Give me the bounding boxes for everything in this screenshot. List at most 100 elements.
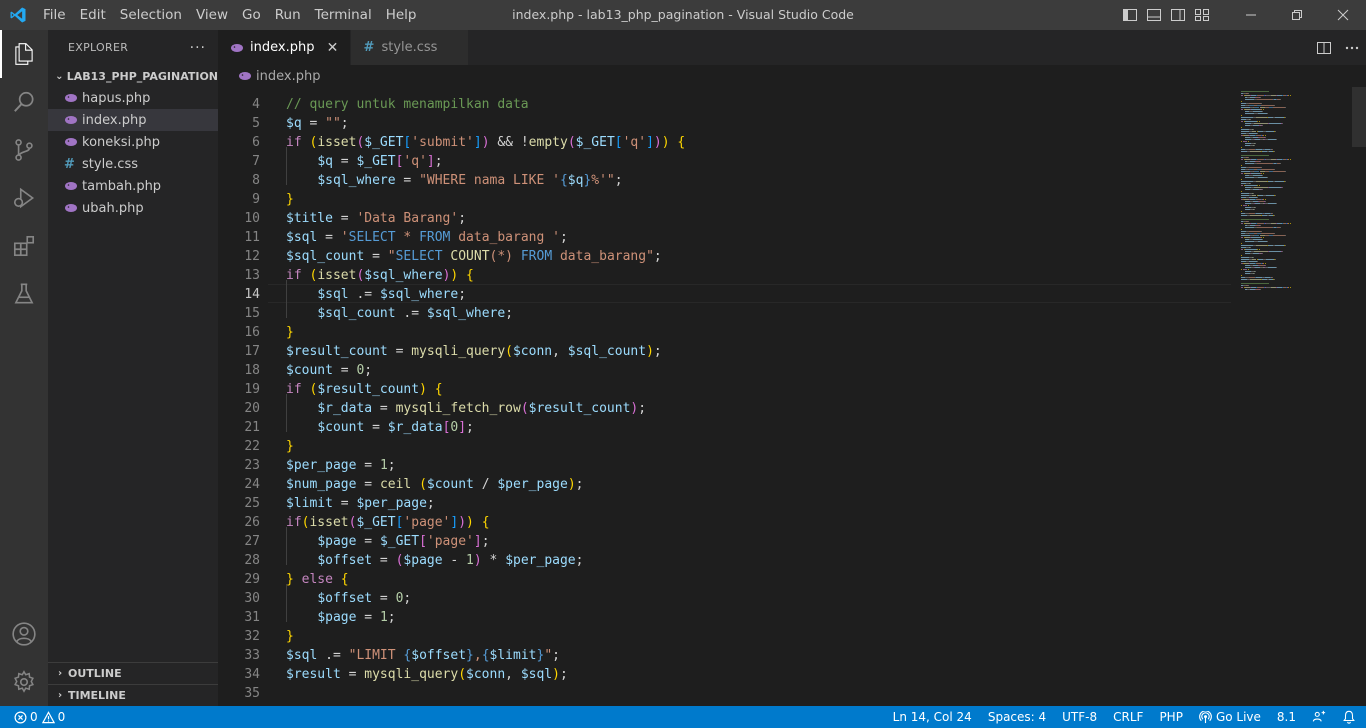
menu-go[interactable]: Go xyxy=(235,0,268,30)
problems-indicator[interactable]: 0 0 xyxy=(10,706,73,728)
end-of-line[interactable]: CRLF xyxy=(1105,706,1151,728)
file-item-style-css[interactable]: # style.css xyxy=(48,153,218,175)
more-actions-icon[interactable] xyxy=(1338,30,1366,65)
restore-icon[interactable] xyxy=(1274,0,1320,30)
encoding[interactable]: UTF-8 xyxy=(1054,706,1105,728)
minimap-stroke xyxy=(1261,237,1262,238)
menu-file[interactable]: File xyxy=(36,0,73,30)
scrollbar-thumb[interactable] xyxy=(1352,87,1366,147)
menu-run[interactable]: Run xyxy=(268,0,308,30)
explorer-files-icon[interactable] xyxy=(0,30,48,78)
code-line[interactable]: $title = 'Data Barang'; xyxy=(286,209,1231,228)
menu-terminal[interactable]: Terminal xyxy=(308,0,379,30)
menu-edit[interactable]: Edit xyxy=(73,0,113,30)
outline-section[interactable]: › OUTLINE xyxy=(48,662,218,684)
file-item-tambah-php[interactable]: tambah.php xyxy=(48,175,218,197)
minimap-stroke xyxy=(1241,193,1249,194)
split-editor-icon[interactable] xyxy=(1310,30,1338,65)
code-line[interactable]: $page = 1; xyxy=(286,608,1231,627)
code-line[interactable]: $limit = $per_page; xyxy=(286,494,1231,513)
cursor-position[interactable]: Ln 14, Col 24 xyxy=(885,706,980,728)
code-line[interactable]: $sql_count = "SELECT COUNT(*) FROM data_… xyxy=(286,247,1231,266)
account-icon[interactable] xyxy=(0,610,48,658)
go-live-button[interactable]: Go Live xyxy=(1191,706,1269,728)
code-token: $sql xyxy=(286,230,318,245)
code-line[interactable]: } xyxy=(286,323,1231,342)
code-token: $sql xyxy=(286,648,318,663)
code-line[interactable]: if (isset($_GET['submit']) && !empty($_G… xyxy=(286,133,1231,152)
code-line[interactable]: $r_data = mysqli_fetch_row($result_count… xyxy=(286,399,1231,418)
menu-view[interactable]: View xyxy=(189,0,235,30)
settings-gear-icon[interactable] xyxy=(0,658,48,706)
code-line[interactable]: $per_page = 1; xyxy=(286,456,1231,475)
code-editor[interactable]: 4 5 6 7 8 9 10 11 12 13 14 15 16 17 18 19 20 21 22 23 24 25 26… xyxy=(218,87,1366,706)
code-line[interactable]: $result_count = mysqli_query($conn, $sql… xyxy=(286,342,1231,361)
code-line[interactable]: } xyxy=(286,437,1231,456)
code-line[interactable]: if ($result_count) { xyxy=(286,380,1231,399)
toggle-primary-sidebar-icon[interactable] xyxy=(1118,0,1142,30)
menu-selection[interactable]: Selection xyxy=(113,0,189,30)
folder-header[interactable]: ⌄ LAB13_PHP_PAGINATION xyxy=(48,65,218,87)
close-tab-icon[interactable]: ✕ xyxy=(324,40,340,56)
file-item-koneksi-php[interactable]: koneksi.php xyxy=(48,131,218,153)
toggle-secondary-sidebar-icon[interactable] xyxy=(1166,0,1190,30)
timeline-section[interactable]: › TIMELINE xyxy=(48,684,218,706)
more-actions-icon[interactable]: ··· xyxy=(190,40,206,56)
code-area[interactable]: // query untuk menampilkan data $q = ""; i… xyxy=(286,87,1231,706)
minimap[interactable] xyxy=(1231,87,1351,706)
minimap-stroke xyxy=(1274,233,1275,234)
run-debug-icon[interactable] xyxy=(0,174,48,222)
source-control-icon[interactable] xyxy=(0,126,48,174)
code-token: ( xyxy=(419,477,427,492)
code-line[interactable]: $q = $_GET['q']; xyxy=(286,152,1231,171)
minimap-stroke xyxy=(1273,235,1285,236)
code-line[interactable]: } xyxy=(286,627,1231,646)
feedback-icon[interactable] xyxy=(1304,706,1334,728)
tab-style-css[interactable]: # style.css xyxy=(351,30,470,65)
code-line[interactable]: $num_page = ceil ($count / $per_page); xyxy=(286,475,1231,494)
breadcrumb-file[interactable]: index.php xyxy=(256,69,320,84)
code-line[interactable]: if (isset($sql_where)) { xyxy=(286,266,1231,285)
code-line[interactable]: $page = $_GET['page']; xyxy=(286,532,1231,551)
testing-flask-icon[interactable] xyxy=(0,270,48,318)
code-line[interactable]: $sql_where = "WHERE nama LIKE '{$q}%'"; xyxy=(286,171,1231,190)
code-line[interactable]: $result = mysqli_query($conn, $sql); xyxy=(286,665,1231,684)
code-line[interactable]: $sql_count .= $sql_where; xyxy=(286,304,1231,323)
code-line[interactable]: $q = ""; xyxy=(286,114,1231,133)
minimap-stroke xyxy=(1257,249,1258,250)
breadcrumb[interactable]: index.php xyxy=(218,65,1366,87)
notifications-bell-icon[interactable] xyxy=(1334,706,1358,728)
toggle-panel-icon[interactable] xyxy=(1142,0,1166,30)
code-line[interactable]: $sql .= "LIMIT {$offset},{$limit}"; xyxy=(286,646,1231,665)
code-token: = xyxy=(356,458,380,473)
menu-help[interactable]: Help xyxy=(379,0,424,30)
code-line[interactable] xyxy=(286,684,1231,703)
extensions-icon[interactable] xyxy=(0,222,48,270)
php-version[interactable]: 8.1 xyxy=(1269,706,1304,728)
language-mode[interactable]: PHP xyxy=(1151,706,1191,728)
code-line[interactable]: $count = 0; xyxy=(286,361,1231,380)
indentation[interactable]: Spaces: 4 xyxy=(980,706,1054,728)
code-line[interactable]: if(isset($_GET['page'])) { xyxy=(286,513,1231,532)
close-window-icon[interactable] xyxy=(1320,0,1366,30)
minimap-stroke xyxy=(1288,287,1289,288)
vscode-logo-icon xyxy=(0,0,36,30)
file-item-ubah-php[interactable]: ubah.php xyxy=(48,197,218,219)
code-line[interactable]: $sql .= $sql_where; xyxy=(286,285,1231,304)
code-line[interactable]: } xyxy=(286,190,1231,209)
minimap-stroke xyxy=(1267,113,1268,114)
code-line[interactable]: // query untuk menampilkan data xyxy=(286,95,1231,114)
code-line[interactable]: $sql = 'SELECT * FROM data_barang '; xyxy=(286,228,1231,247)
code-token: if xyxy=(286,515,302,530)
code-line[interactable]: } else { xyxy=(286,570,1231,589)
code-line[interactable]: $count = $r_data[0]; xyxy=(286,418,1231,437)
tab-index-php[interactable]: index.php ✕ xyxy=(218,30,352,65)
search-icon[interactable] xyxy=(0,78,48,126)
customize-layout-icon[interactable] xyxy=(1190,0,1214,30)
minimize-icon[interactable] xyxy=(1228,0,1274,30)
code-line[interactable]: $offset = 0; xyxy=(286,589,1231,608)
vertical-scrollbar[interactable] xyxy=(1352,87,1366,706)
code-line[interactable]: $offset = ($page - 1) * $per_page; xyxy=(286,551,1231,570)
file-item-hapus-php[interactable]: hapus.php xyxy=(48,87,218,109)
file-item-index-php[interactable]: index.php xyxy=(48,109,218,131)
